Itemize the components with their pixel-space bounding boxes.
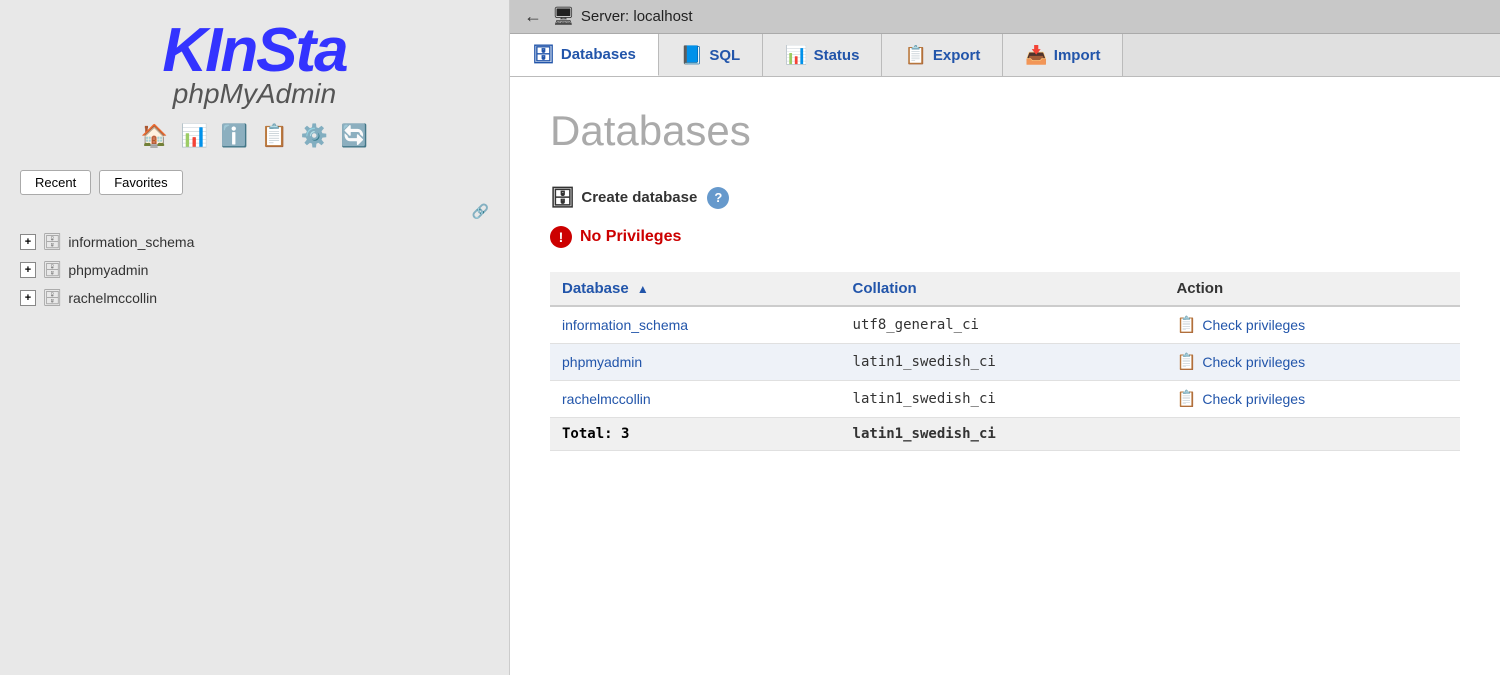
table-row: rachelmccollin latin1_swedish_ci 📋 Check… <box>550 381 1460 418</box>
error-icon: ! <box>550 226 572 248</box>
check-priv-label: Check privileges <box>1202 354 1305 370</box>
status-tab-label: Status <box>814 47 860 64</box>
database-cell: rachelmccollin <box>550 381 841 418</box>
database-name: information_schema <box>68 234 194 250</box>
check-priv-icon: 📋 <box>1176 352 1196 372</box>
database-cell: phpmyadmin <box>550 344 841 381</box>
import-tab-icon: 📥 <box>1025 45 1047 66</box>
database-link[interactable]: phpmyadmin <box>562 354 642 370</box>
server-label: 🖥 Server: localhost <box>552 6 693 27</box>
tab-status[interactable]: 📊 Status <box>763 34 882 76</box>
column-header-collation: Collation <box>841 272 1165 306</box>
list-item[interactable]: + 🗄 rachelmccollin <box>20 284 509 312</box>
tab-import[interactable]: 📥 Import <box>1003 34 1123 76</box>
total-label: Total: 3 <box>550 418 841 451</box>
create-db-row: 🗄 Create database ? <box>550 185 1460 210</box>
server-name: Server: localhost <box>581 8 693 25</box>
column-header-database[interactable]: Database ▲ <box>550 272 841 306</box>
nav-buttons: Recent Favorites <box>0 162 509 203</box>
phpmyadmin-logo: phpMyAdmin <box>173 78 336 110</box>
link-icon[interactable]: 🔗 <box>472 203 489 220</box>
check-priv-label: Check privileges <box>1202 317 1305 333</box>
no-privileges-message: ! No Privileges <box>550 226 1460 248</box>
home-icon[interactable]: 🏠 <box>139 120 171 152</box>
recent-button[interactable]: Recent <box>20 170 91 195</box>
table-row: information_schema utf8_general_ci 📋 Che… <box>550 306 1460 344</box>
check-priv-icon: 📋 <box>1176 389 1196 409</box>
back-button[interactable]: ← <box>524 6 542 27</box>
expand-button[interactable]: + <box>20 290 36 306</box>
copy-icon[interactable]: 📋 <box>259 120 291 152</box>
tab-sql[interactable]: 📘 SQL <box>659 34 763 76</box>
server-icon: 🖥 <box>552 6 575 27</box>
check-priv-icon: 📋 <box>1176 315 1196 335</box>
database-icon: 🗄 <box>42 232 62 252</box>
page-title: Databases <box>550 107 1460 155</box>
main-panel: ← 🖥 Server: localhost 🗄 Databases 📘 SQL … <box>510 0 1500 675</box>
database-icon: 🗄 <box>42 288 62 308</box>
upload-icon[interactable]: 📊 <box>179 120 211 152</box>
check-privileges-button[interactable]: 📋 Check privileges <box>1176 315 1448 335</box>
logo-area: KInSta phpMyAdmin 🏠 📊 ℹ️ 📋 ⚙️ 🔄 <box>0 10 509 162</box>
list-item[interactable]: + 🗄 information_schema <box>20 228 509 256</box>
table-row: phpmyadmin latin1_swedish_ci 📋 Check pri… <box>550 344 1460 381</box>
total-action <box>1164 418 1460 451</box>
expand-button[interactable]: + <box>20 234 36 250</box>
databases-table: Database ▲ Collation Action information_… <box>550 272 1460 451</box>
create-db-icon: 🗄 <box>550 185 575 210</box>
sql-tab-icon: 📘 <box>681 45 703 66</box>
status-tab-icon: 📊 <box>785 45 807 66</box>
check-privileges-button[interactable]: 📋 Check privileges <box>1176 352 1448 372</box>
total-collation: latin1_swedish_ci <box>841 418 1165 451</box>
export-tab-icon: 📋 <box>904 45 926 66</box>
favorites-button[interactable]: Favorites <box>99 170 182 195</box>
toolbar-icons: 🏠 📊 ℹ️ 📋 ⚙️ 🔄 <box>139 120 371 152</box>
kinsta-logo: KInSta <box>162 20 346 82</box>
action-cell: 📋 Check privileges <box>1164 344 1460 381</box>
table-row-total: Total: 3 latin1_swedish_ci <box>550 418 1460 451</box>
top-bar: ← 🖥 Server: localhost <box>510 0 1500 34</box>
collation-cell: latin1_swedish_ci <box>841 344 1165 381</box>
settings-icon[interactable]: ⚙️ <box>299 120 331 152</box>
databases-tab-label: Databases <box>561 46 636 63</box>
link-icon-row: 🔗 <box>0 203 509 220</box>
tab-export[interactable]: 📋 Export <box>882 34 1003 76</box>
check-privileges-button[interactable]: 📋 Check privileges <box>1176 389 1448 409</box>
database-link[interactable]: rachelmccollin <box>562 391 651 407</box>
database-cell: information_schema <box>550 306 841 344</box>
create-database-button[interactable]: 🗄 Create database <box>550 185 697 210</box>
database-name: rachelmccollin <box>68 290 157 306</box>
database-name: phpmyadmin <box>68 262 148 278</box>
expand-button[interactable]: + <box>20 262 36 278</box>
databases-tab-icon: 🗄 <box>532 44 555 65</box>
sql-tab-label: SQL <box>709 47 740 64</box>
db-tree: + 🗄 information_schema + 🗄 phpmyadmin + … <box>0 224 509 316</box>
action-cell: 📋 Check privileges <box>1164 381 1460 418</box>
collation-cell: utf8_general_ci <box>841 306 1165 344</box>
database-link[interactable]: information_schema <box>562 317 688 333</box>
column-header-action: Action <box>1164 272 1460 306</box>
tab-bar: 🗄 Databases 📘 SQL 📊 Status 📋 Export 📥 Im… <box>510 34 1500 77</box>
export-tab-label: Export <box>933 47 981 64</box>
refresh-icon[interactable]: 🔄 <box>339 120 371 152</box>
info-icon[interactable]: ℹ️ <box>219 120 251 152</box>
import-tab-label: Import <box>1054 47 1101 64</box>
database-icon: 🗄 <box>42 260 62 280</box>
sort-arrow-icon: ▲ <box>637 282 649 296</box>
sidebar: KInSta phpMyAdmin 🏠 📊 ℹ️ 📋 ⚙️ 🔄 Recent F… <box>0 0 510 675</box>
help-icon[interactable]: ? <box>707 187 729 209</box>
create-db-label: Create database <box>581 189 697 206</box>
check-priv-label: Check privileges <box>1202 391 1305 407</box>
collation-cell: latin1_swedish_ci <box>841 381 1165 418</box>
page-content: Databases 🗄 Create database ? ! No Privi… <box>510 77 1500 675</box>
tab-databases[interactable]: 🗄 Databases <box>510 34 659 76</box>
no-privileges-label: No Privileges <box>580 228 681 246</box>
table-header-row: Database ▲ Collation Action <box>550 272 1460 306</box>
list-item[interactable]: + 🗄 phpmyadmin <box>20 256 509 284</box>
action-cell: 📋 Check privileges <box>1164 306 1460 344</box>
